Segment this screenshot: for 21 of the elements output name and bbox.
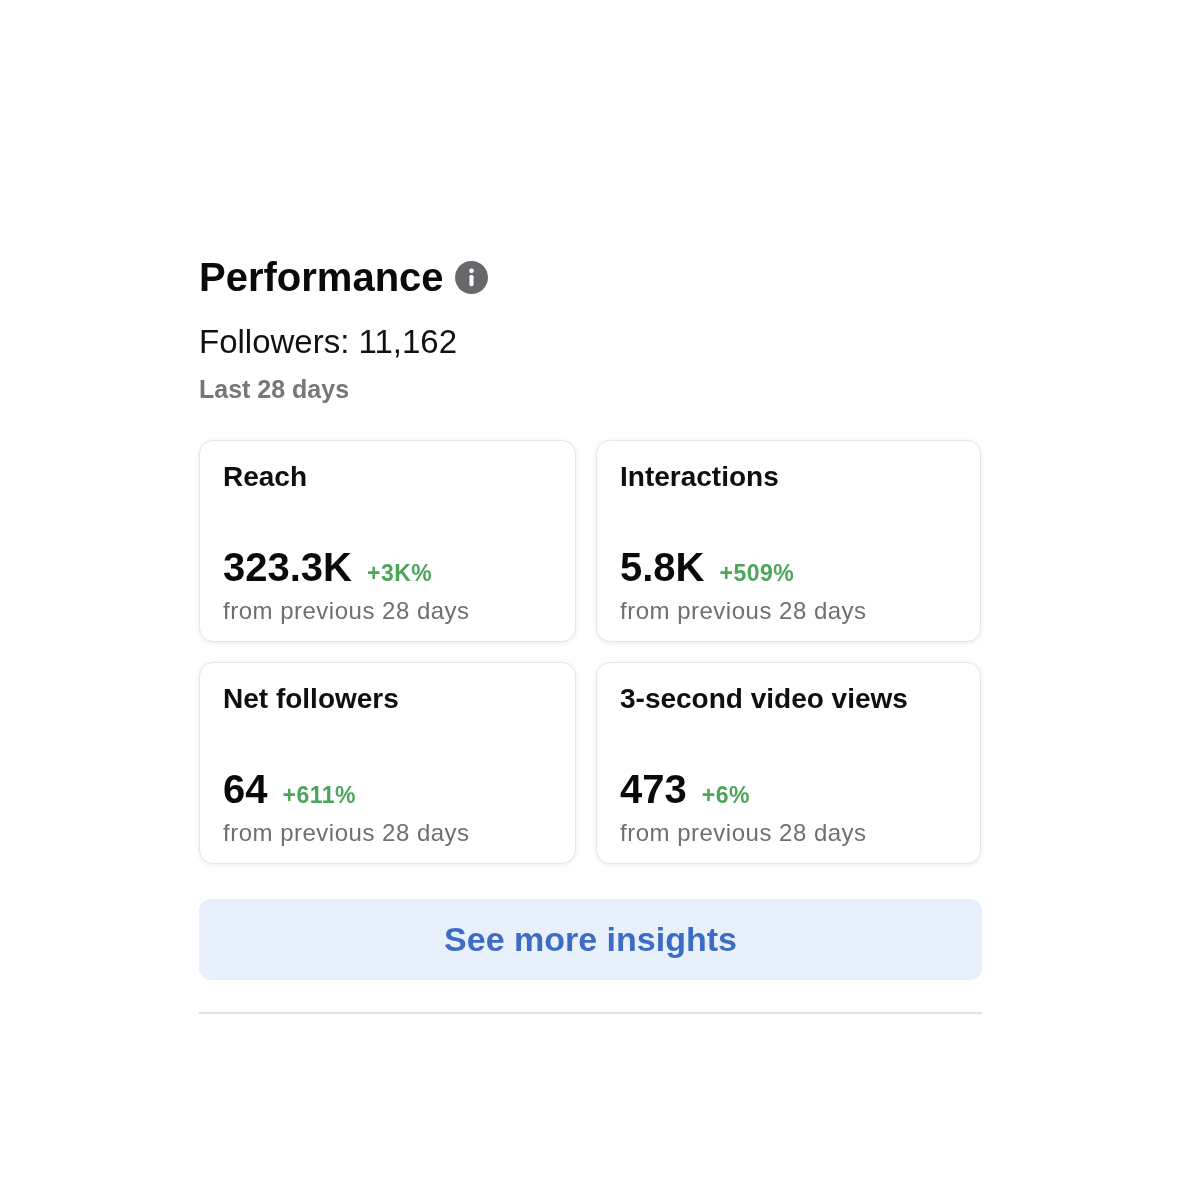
metric-comparison: from previous 28 days (620, 596, 868, 626)
metric-comparison: from previous 28 days (223, 818, 471, 848)
metric-comparison: from previous 28 days (223, 596, 471, 626)
metric-value: 64 (223, 766, 268, 813)
metric-comparison: from previous 28 days (620, 818, 868, 848)
metric-title: Interactions (620, 460, 780, 494)
followers-count: Followers: 11,162 (199, 322, 459, 362)
info-icon[interactable] (454, 260, 488, 294)
metric-change: +611% (282, 781, 356, 809)
metric-title: 3-second video views (620, 682, 909, 716)
metric-value: 323.3K (223, 544, 352, 591)
metric-value: 473 (620, 766, 687, 813)
period-label: Last 28 days (199, 374, 351, 405)
metric-change: +6% (701, 781, 750, 809)
section-title: Performance (199, 254, 444, 300)
metric-value: 5.8K (620, 544, 705, 591)
metric-change: +3K% (367, 559, 433, 587)
see-more-insights-button[interactable]: See more insights (199, 899, 982, 980)
metric-title: Reach (223, 460, 309, 494)
metric-title: Net followers (223, 682, 400, 716)
metric-change: +509% (719, 559, 795, 587)
